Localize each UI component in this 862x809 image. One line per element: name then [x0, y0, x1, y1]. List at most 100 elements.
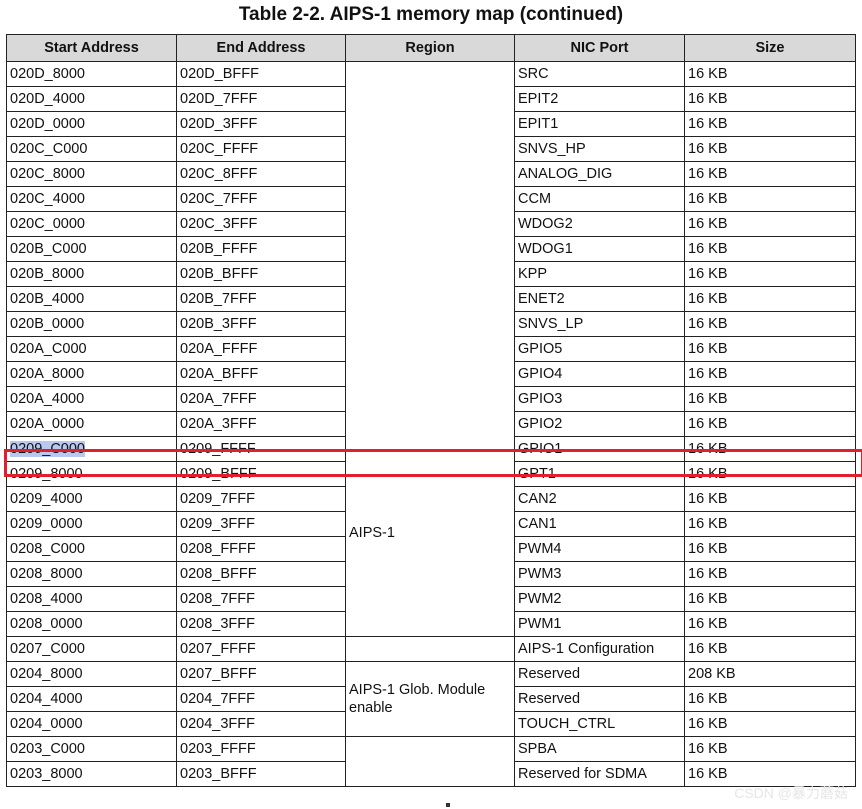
start-address-cell[interactable]: 020C_8000 — [6, 161, 177, 187]
start-address-cell[interactable]: 0209_8000 — [6, 461, 177, 487]
start-address-cell[interactable]: 0203_C000 — [6, 736, 177, 762]
start-address-text: 0208_C000 — [10, 541, 85, 557]
start-address-text: 0204_4000 — [10, 691, 83, 707]
start-address-cell[interactable]: 020B_0000 — [6, 311, 177, 337]
region-cell — [345, 736, 515, 787]
start-address-text: 0209_0000 — [10, 516, 83, 532]
end-address-cell: 0204_3FFF — [176, 711, 346, 737]
header-size: Size — [684, 34, 856, 62]
start-address-cell[interactable]: 0209_0000 — [6, 511, 177, 537]
start-address-text: 0207_C000 — [10, 641, 85, 657]
start-address-cell[interactable]: 020A_C000 — [6, 336, 177, 362]
start-address-cell[interactable]: 0208_4000 — [6, 586, 177, 612]
start-address-text: 0208_8000 — [10, 566, 83, 582]
end-address-cell: 020A_FFFF — [176, 336, 346, 362]
start-address-cell[interactable]: 0203_8000 — [6, 761, 177, 787]
start-address-text: 020B_C000 — [10, 241, 87, 257]
start-address-text: 020A_8000 — [10, 366, 85, 382]
nic-port-cell: CCM — [514, 186, 685, 212]
nic-port-cell: Reserved — [514, 661, 685, 687]
size-cell: 16 KB — [684, 536, 856, 562]
end-address-cell: 020B_7FFF — [176, 286, 346, 312]
size-cell: 16 KB — [684, 736, 856, 762]
start-address-text: 020D_0000 — [10, 116, 85, 132]
region-cell: AIPS-1 Glob. Module enable — [345, 661, 515, 737]
end-address-cell: 0203_BFFF — [176, 761, 346, 787]
header-start-address: Start Address — [6, 34, 177, 62]
start-address-cell[interactable]: 020D_8000 — [6, 61, 177, 87]
nic-port-cell: ANALOG_DIG — [514, 161, 685, 187]
header-row: Start Address End Address Region NIC Por… — [6, 34, 856, 62]
nic-port-cell: PWM4 — [514, 536, 685, 562]
start-address-text: 020B_4000 — [10, 291, 85, 307]
start-address-cell[interactable]: 0209_C000 — [6, 436, 177, 462]
end-address-cell: 020C_8FFF — [176, 161, 346, 187]
size-cell: 16 KB — [684, 186, 856, 212]
end-address-cell: 020C_FFFF — [176, 136, 346, 162]
nic-port-cell: EPIT1 — [514, 111, 685, 137]
start-address-cell[interactable]: 020D_4000 — [6, 86, 177, 112]
size-cell: 16 KB — [684, 336, 856, 362]
nic-port-cell: CAN1 — [514, 511, 685, 537]
region-cell — [345, 636, 515, 662]
end-address-cell: 020C_7FFF — [176, 186, 346, 212]
start-address-cell[interactable]: 0207_C000 — [6, 636, 177, 662]
start-address-cell[interactable]: 020B_4000 — [6, 286, 177, 312]
size-cell: 16 KB — [684, 61, 856, 87]
table-body: 020D_8000 020D_BFFF AIPS-1 SRC 16 KB 020D_400… — [6, 61, 856, 787]
table-title: Table 2-2. AIPS-1 memory map (continued) — [238, 4, 624, 25]
start-address-text: 020C_4000 — [10, 191, 85, 207]
start-address-cell[interactable]: 0204_0000 — [6, 711, 177, 737]
table-row: 0204_8000 0207_BFFF AIPS-1 Glob. Module en… — [6, 661, 856, 737]
start-address-cell[interactable]: 0204_4000 — [6, 686, 177, 712]
end-address-cell: 0208_FFFF — [176, 536, 346, 562]
size-cell: 16 KB — [684, 686, 856, 712]
start-address-cell[interactable]: 0204_8000 — [6, 661, 177, 687]
start-address-cell[interactable]: 0208_8000 — [6, 561, 177, 587]
size-cell: 16 KB — [684, 711, 856, 737]
start-address-cell[interactable]: 020A_4000 — [6, 386, 177, 412]
start-address-cell[interactable]: 020B_C000 — [6, 236, 177, 262]
start-address-text: 020C_C000 — [10, 141, 88, 157]
end-address-cell: 0208_7FFF — [176, 586, 346, 612]
size-cell: 16 KB — [684, 461, 856, 487]
size-cell: 16 KB — [684, 561, 856, 587]
nic-port-cell: GPIO3 — [514, 386, 685, 412]
start-address-text: 020C_8000 — [10, 166, 85, 182]
start-address-cell[interactable]: 020C_C000 — [6, 136, 177, 162]
start-address-cell[interactable]: 020C_0000 — [6, 211, 177, 237]
size-cell: 16 KB — [684, 436, 856, 462]
nic-port-cell: KPP — [514, 261, 685, 287]
start-address-text: 020B_8000 — [10, 266, 85, 282]
start-address-text: 0209_8000 — [10, 466, 83, 482]
table-row: 0203_C000 0203_FFFF SPBA 16 KB — [6, 736, 856, 787]
memory-map-table: Start Address End Address Region NIC Por… — [6, 34, 856, 787]
start-address-cell[interactable]: 020C_4000 — [6, 186, 177, 212]
nic-port-cell: WDOG2 — [514, 211, 685, 237]
start-address-text: 020D_4000 — [10, 91, 85, 107]
nic-port-cell: ENET2 — [514, 286, 685, 312]
size-cell: 16 KB — [684, 361, 856, 387]
size-cell: 16 KB — [684, 161, 856, 187]
start-address-cell[interactable]: 020A_8000 — [6, 361, 177, 387]
size-cell: 16 KB — [684, 586, 856, 612]
end-address-cell: 0209_7FFF — [176, 486, 346, 512]
nic-port-cell: SRC — [514, 61, 685, 87]
end-address-cell: 0204_7FFF — [176, 686, 346, 712]
start-address-text: 0208_0000 — [10, 616, 83, 632]
start-address-cell[interactable]: 020D_0000 — [6, 111, 177, 137]
table-row: 0207_C000 0207_FFFF AIPS-1 Configuration 16… — [6, 636, 856, 662]
nic-port-cell: Reserved — [514, 686, 685, 712]
start-address-text: 020A_4000 — [10, 391, 85, 407]
start-address-text: 0209_C000 — [10, 441, 85, 457]
size-cell: 16 KB — [684, 411, 856, 437]
start-address-cell[interactable]: 0209_4000 — [6, 486, 177, 512]
start-address-cell[interactable]: 0208_0000 — [6, 611, 177, 637]
start-address-cell[interactable]: 0208_C000 — [6, 536, 177, 562]
start-address-cell[interactable]: 020A_0000 — [6, 411, 177, 437]
start-address-cell[interactable]: 020B_8000 — [6, 261, 177, 287]
size-cell: 16 KB — [684, 311, 856, 337]
start-address-text: 0204_0000 — [10, 716, 83, 732]
end-address-cell: 020A_3FFF — [176, 411, 346, 437]
size-cell: 16 KB — [684, 486, 856, 512]
